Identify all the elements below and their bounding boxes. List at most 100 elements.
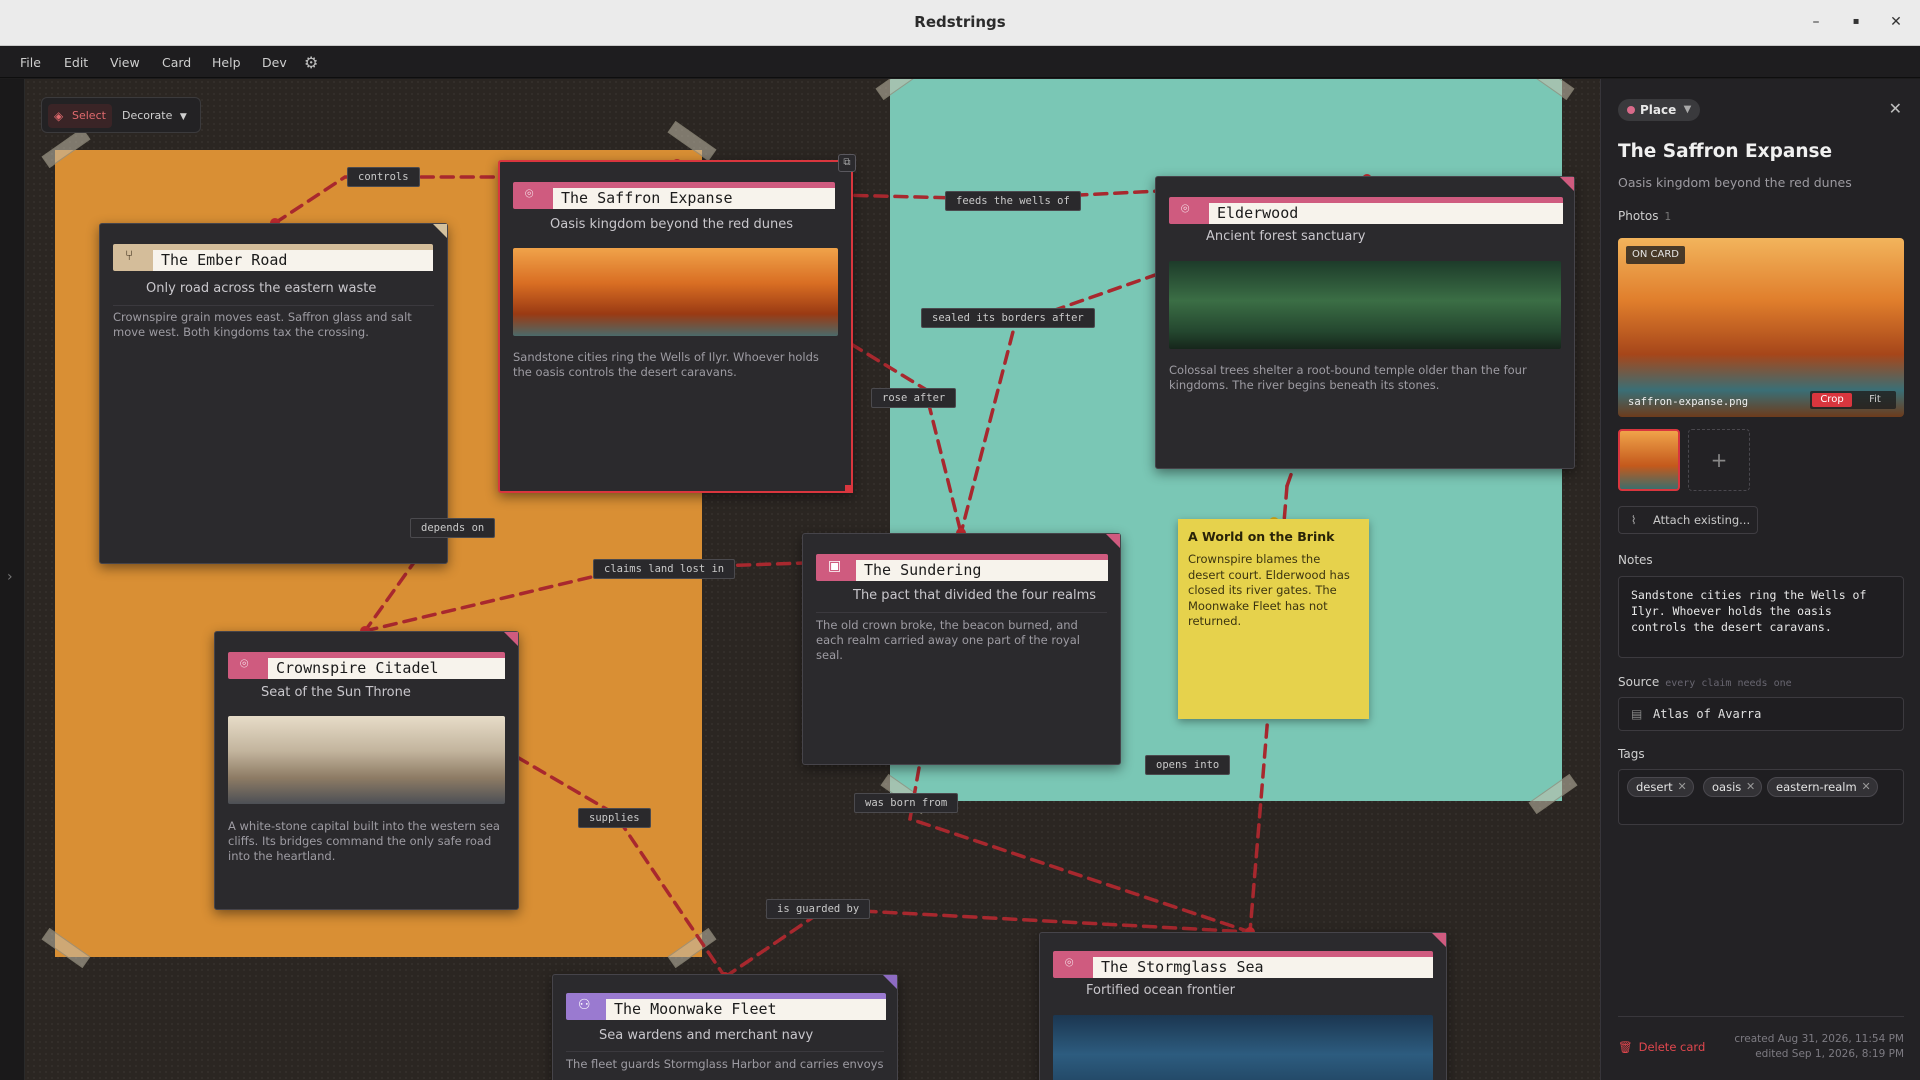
- photos-section-label: Photos 1: [1618, 209, 1671, 223]
- main-photo[interactable]: ON CARD saffron-expanse.png Crop Fit: [1618, 238, 1904, 417]
- menu-dev[interactable]: Dev: [262, 55, 287, 70]
- card-header: ⌾ The Saffron Expanse: [513, 182, 835, 209]
- photo-thumbnail[interactable]: [1618, 429, 1680, 491]
- type-selector[interactable]: Place ▼: [1618, 99, 1701, 121]
- panel-subtitle[interactable]: Oasis kingdom beyond the red dunes: [1618, 175, 1852, 190]
- connection-label-born[interactable]: was born from: [854, 793, 959, 813]
- card-title[interactable]: The Moonwake Fleet: [606, 999, 886, 1020]
- card-body: The fleet guards Stormglass Harbor and c…: [566, 1057, 884, 1071]
- sticky-note[interactable]: A World on the Brink Crownspire blames t…: [1178, 519, 1369, 719]
- close-window-icon[interactable]: ✕: [1886, 12, 1906, 32]
- panel-divider: [1618, 1016, 1904, 1017]
- card-stormglass-sea[interactable]: ⌾ The Stormglass Sea Fortified ocean fro…: [1039, 932, 1447, 1080]
- card-subtitle: The pact that divided the four realms: [853, 588, 1097, 603]
- source-field[interactable]: ▤ Atlas of Avarra: [1618, 697, 1904, 731]
- connection-label-claims[interactable]: claims land lost in: [593, 559, 736, 579]
- attach-existing-button[interactable]: ⌇ Attach existing...: [1618, 506, 1758, 534]
- card-photo: [1169, 261, 1561, 349]
- tags-label: Tags: [1618, 747, 1645, 761]
- notes-label: Notes: [1618, 553, 1653, 567]
- remove-tag-icon[interactable]: ✕: [1746, 778, 1755, 796]
- connection-label-feeds[interactable]: feeds the wells of: [945, 191, 1081, 211]
- maximize-icon[interactable]: ▪: [1846, 12, 1866, 32]
- fit-button[interactable]: Fit: [1856, 393, 1894, 407]
- card-the-sundering[interactable]: ▣ The Sundering The pact that divided th…: [802, 533, 1121, 765]
- remove-tag-icon[interactable]: ✕: [1861, 778, 1870, 796]
- card-body: A white-stone capital built into the wes…: [228, 819, 500, 863]
- connection-label-rose[interactable]: rose after: [871, 388, 957, 408]
- card-header: ⌾ Elderwood: [1169, 197, 1563, 224]
- tag-chip[interactable]: eastern-realm ✕: [1767, 777, 1878, 797]
- close-panel-icon[interactable]: ✕: [1889, 99, 1902, 118]
- remove-tag-icon[interactable]: ✕: [1677, 778, 1686, 796]
- card-corner-fold: [1432, 933, 1446, 947]
- tags-field[interactable]: desert ✕ oasis ✕ eastern-realm ✕: [1618, 769, 1904, 825]
- card-title[interactable]: Crownspire Citadel: [268, 658, 505, 679]
- card-divider: [816, 612, 1107, 613]
- card-expand-icon[interactable]: ⧉: [838, 154, 856, 172]
- card-photo: [513, 248, 838, 336]
- card-title[interactable]: Elderwood: [1209, 203, 1563, 224]
- photo-filename: saffron-expanse.png: [1628, 396, 1749, 408]
- connection-label-guarded[interactable]: is guarded by: [766, 899, 871, 919]
- card-elderwood[interactable]: ⌾ Elderwood Ancient forest sanctuary Col…: [1155, 176, 1575, 469]
- card-title[interactable]: The Stormglass Sea: [1093, 957, 1433, 978]
- connection-label-supplies[interactable]: supplies: [578, 808, 651, 828]
- card-subtitle: Fortified ocean frontier: [1086, 983, 1235, 998]
- card-body: Sandstone cities ring the Wells of Ilyr.…: [513, 350, 819, 379]
- settings-gear-icon[interactable]: ⚙: [304, 53, 318, 72]
- sticky-title: A World on the Brink: [1188, 529, 1335, 544]
- delete-label: Delete card: [1638, 1040, 1706, 1054]
- tag-chip[interactable]: desert ✕: [1627, 777, 1694, 797]
- attach-label: Attach existing...: [1653, 513, 1751, 527]
- crop-button[interactable]: Crop: [1812, 393, 1852, 407]
- card-photo: [1053, 1015, 1433, 1080]
- tag-chip[interactable]: oasis ✕: [1703, 777, 1763, 797]
- card-header: ⑂ The Ember Road: [113, 244, 433, 271]
- title-bar: Redstrings – ▪ ✕: [0, 0, 1920, 46]
- resize-handle[interactable]: [845, 485, 853, 493]
- connection-label-sealed[interactable]: sealed its borders after: [921, 308, 1095, 328]
- menu-file[interactable]: File: [20, 55, 41, 70]
- menu-help[interactable]: Help: [212, 55, 241, 70]
- card-saffron-expanse[interactable]: ⌾ The Saffron Expanse Oasis kingdom beyo…: [498, 160, 853, 493]
- card-photo: [228, 716, 505, 804]
- menu-view[interactable]: View: [110, 55, 140, 70]
- edited-timestamp: edited Sep 1, 2026, 8:19 PM: [1755, 1048, 1904, 1060]
- decorate-label: Decorate: [122, 109, 173, 122]
- connection-label-controls[interactable]: controls: [347, 167, 420, 187]
- location-pin-icon: ⌾: [240, 656, 249, 672]
- book-icon: ▤: [1631, 707, 1643, 721]
- card-moonwake-fleet[interactable]: ⚇ The Moonwake Fleet Sea wardens and mer…: [552, 974, 898, 1080]
- source-hint: every claim needs one: [1665, 678, 1792, 689]
- panel-title[interactable]: The Saffron Expanse: [1618, 141, 1832, 162]
- photos-count: 1: [1664, 211, 1672, 223]
- select-tool-button[interactable]: ◈ Select: [48, 104, 112, 128]
- board-canvas[interactable]: ◈ Select Decorate ▼ ⑂ The Ember Road Onl…: [25, 79, 1600, 1080]
- card-title[interactable]: The Sundering: [856, 560, 1108, 581]
- crop-fit-toggle: Crop Fit: [1810, 391, 1896, 409]
- add-photo-plus-icon[interactable]: +: [1688, 429, 1750, 491]
- decorate-dropdown[interactable]: Decorate ▼: [122, 104, 187, 128]
- notes-textarea[interactable]: Sandstone cities ring the Wells of Ilyr.…: [1618, 576, 1904, 658]
- card-subtitle: Only road across the eastern waste: [146, 281, 377, 296]
- card-corner-fold: [504, 632, 518, 646]
- card-title[interactable]: The Saffron Expanse: [553, 188, 835, 209]
- card-ember-road[interactable]: ⑂ The Ember Road Only road across the ea…: [99, 223, 448, 564]
- type-color-dot: [1627, 106, 1635, 114]
- connection-label-opens[interactable]: opens into: [1145, 755, 1231, 775]
- source-label: Source: [1618, 675, 1660, 689]
- card-crownspire-citadel[interactable]: ⌾ Crownspire Citadel Seat of the Sun Thr…: [214, 631, 519, 910]
- location-pin-icon: ⌾: [1181, 201, 1190, 217]
- delete-card-button[interactable]: 🗑 Delete card: [1618, 1040, 1705, 1054]
- menu-edit[interactable]: Edit: [64, 55, 88, 70]
- minimize-icon[interactable]: –: [1806, 12, 1826, 32]
- card-body: The old crown broke, the beacon burned, …: [816, 618, 1080, 662]
- chevron-down-icon: ▼: [1683, 104, 1692, 115]
- expand-sidebar-chevron-icon[interactable]: ›: [7, 569, 13, 585]
- link-rose: [849, 342, 963, 535]
- trash-icon: 🗑: [1618, 1040, 1633, 1054]
- menu-card[interactable]: Card: [162, 55, 191, 70]
- card-title[interactable]: The Ember Road: [153, 250, 433, 271]
- connection-label-depends[interactable]: depends on: [410, 518, 496, 538]
